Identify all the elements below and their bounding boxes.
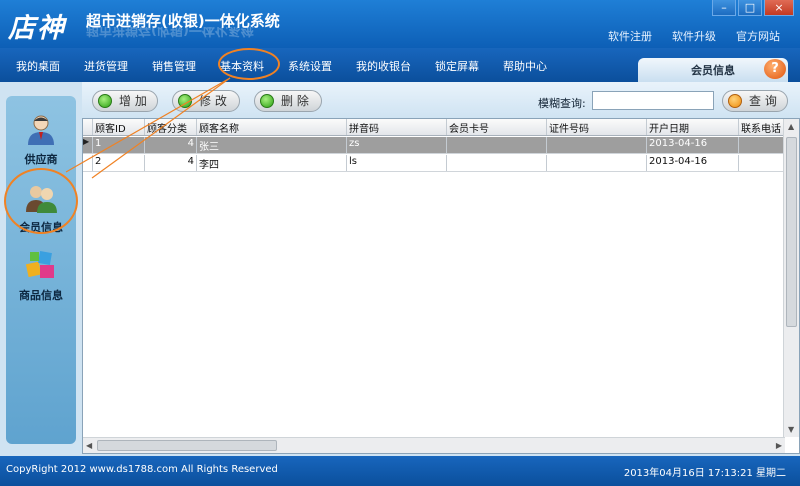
horizontal-scroll-thumb[interactable] [97, 440, 277, 451]
orange-dot-icon [728, 94, 742, 108]
query-button-label: 查 询 [749, 94, 777, 108]
sidebar-item-product[interactable]: 商品信息 [6, 248, 76, 303]
green-dot-icon [98, 94, 112, 108]
table-cell [447, 137, 547, 153]
scroll-down-icon[interactable]: ▼ [788, 425, 794, 434]
sidebar: 供应商 会员信息 商品信息 [6, 96, 76, 444]
scroll-up-icon[interactable]: ▲ [788, 122, 794, 131]
app-logo: 店神 [8, 13, 66, 44]
sidebar-highlight-ring [4, 168, 78, 234]
query-button[interactable]: 查 询 [722, 90, 788, 112]
column-header[interactable]: 开户日期 [647, 119, 739, 135]
menu-purchase[interactable]: 进货管理 [84, 58, 128, 74]
delete-button-label: 删 除 [281, 94, 309, 108]
table-cell: 李四 [197, 155, 347, 171]
delete-button[interactable]: 删 除 [254, 90, 322, 112]
table-cell [547, 155, 647, 171]
table-row[interactable]: ▶ 1 4 张三 zs 2013-04-16 [83, 137, 785, 154]
menu-desktop[interactable]: 我的桌面 [16, 58, 60, 74]
product-boxes-icon [25, 251, 54, 278]
menu-items: 我的桌面 进货管理 销售管理 基本资料 系统设置 我的收银台 锁定屏幕 帮助中心 [16, 58, 571, 74]
table-header: 顾客ID 顾客分类 顾客名称 拼音码 会员卡号 证件号码 开户日期 联系电话 [83, 119, 785, 136]
menu-sales[interactable]: 销售管理 [152, 58, 196, 74]
search-label: 模糊查询: [538, 97, 586, 110]
minimize-button[interactable]: – [712, 0, 736, 16]
vertical-scroll-thumb[interactable] [786, 137, 797, 327]
column-header[interactable]: 证件号码 [547, 119, 647, 135]
scroll-left-icon[interactable]: ◀ [86, 441, 92, 450]
column-header[interactable]: 联系电话 [739, 119, 785, 135]
table-row[interactable]: 2 4 李四 ls 2013-04-16 [83, 155, 785, 172]
edit-button[interactable]: 修 改 [172, 90, 240, 112]
table-cell [739, 137, 785, 153]
horizontal-scrollbar[interactable]: ◀ ▶ [83, 437, 785, 453]
menu-lock-screen[interactable]: 锁定屏幕 [435, 58, 479, 74]
table-cell [739, 155, 785, 171]
supplier-person-icon [28, 115, 54, 145]
column-header[interactable]: 拼音码 [347, 119, 447, 135]
title-bar: 店神 超市进销存(收银)一体化系统 超市进销存(收银)一体化系统 软件注册 软件… [0, 0, 800, 48]
app-title-reflection: 超市进销存(收银)一体化系统 [86, 27, 254, 37]
sidebar-label-supplier: 供应商 [24, 153, 58, 166]
help-icon[interactable]: ? [764, 59, 786, 79]
datetime-text: 2013年04月16日 17:13:21 星期二 [623, 468, 786, 479]
column-header[interactable]: 顾客名称 [197, 119, 347, 135]
website-link[interactable]: 官方网站 [736, 28, 780, 44]
table-cell [547, 137, 647, 153]
table-cell: ls [347, 155, 447, 171]
add-button[interactable]: 增 加 [92, 90, 158, 112]
scroll-right-icon[interactable]: ▶ [776, 441, 782, 450]
sidebar-item-supplier[interactable]: 供应商 [6, 112, 76, 167]
column-header[interactable]: 顾客ID [93, 119, 145, 135]
menu-highlight-ring [218, 48, 280, 80]
menu-cashier[interactable]: 我的收银台 [356, 58, 411, 74]
table-cell: 2 [93, 155, 145, 171]
status-bar: CopyRight 2012 www.ds1788.com All Rights… [0, 456, 800, 486]
window-controls: – □ × [712, 0, 794, 16]
copyright-text: CopyRight 2012 www.ds1788.com All Rights… [6, 464, 278, 475]
table-cell: 1 [93, 137, 145, 153]
header-indicator-cell [83, 119, 93, 135]
row-pointer-icon: ▶ [83, 137, 93, 153]
toolbar: 增 加 修 改 删 除 模糊查询: 查 询 [82, 82, 800, 118]
table-cell: 张三 [197, 137, 347, 153]
table-cell: zs [347, 137, 447, 153]
top-links: 软件注册 软件升级 官方网站 [608, 28, 780, 44]
table-cell: 2013-04-16 [647, 155, 739, 171]
search-input[interactable] [592, 91, 714, 110]
row-indicator-cell [83, 155, 93, 171]
table-cell: 4 [145, 155, 197, 171]
green-dot-icon [260, 94, 274, 108]
register-link[interactable]: 软件注册 [608, 28, 652, 44]
green-dot-icon [178, 94, 192, 108]
sidebar-label-product: 商品信息 [19, 289, 63, 302]
table-cell: 4 [145, 137, 197, 153]
upgrade-link[interactable]: 软件升级 [672, 28, 716, 44]
main-area: 供应商 会员信息 商品信息 增 加 修 改 删 除 模糊查询: 查 询 顾客ID… [0, 82, 800, 456]
column-header[interactable]: 顾客分类 [145, 119, 197, 135]
vertical-scrollbar[interactable]: ▲ ▼ [783, 119, 799, 437]
column-header[interactable]: 会员卡号 [447, 119, 547, 135]
close-button[interactable]: × [764, 0, 794, 16]
member-table: 顾客ID 顾客分类 顾客名称 拼音码 会员卡号 证件号码 开户日期 联系电话 ▶… [82, 118, 800, 454]
menu-settings[interactable]: 系统设置 [288, 58, 332, 74]
table-cell: 2013-04-16 [647, 137, 739, 153]
edit-button-label: 修 改 [199, 94, 227, 108]
add-button-label: 增 加 [119, 94, 147, 108]
menu-help[interactable]: 帮助中心 [503, 58, 547, 74]
maximize-button[interactable]: □ [738, 0, 762, 16]
table-cell [447, 155, 547, 171]
